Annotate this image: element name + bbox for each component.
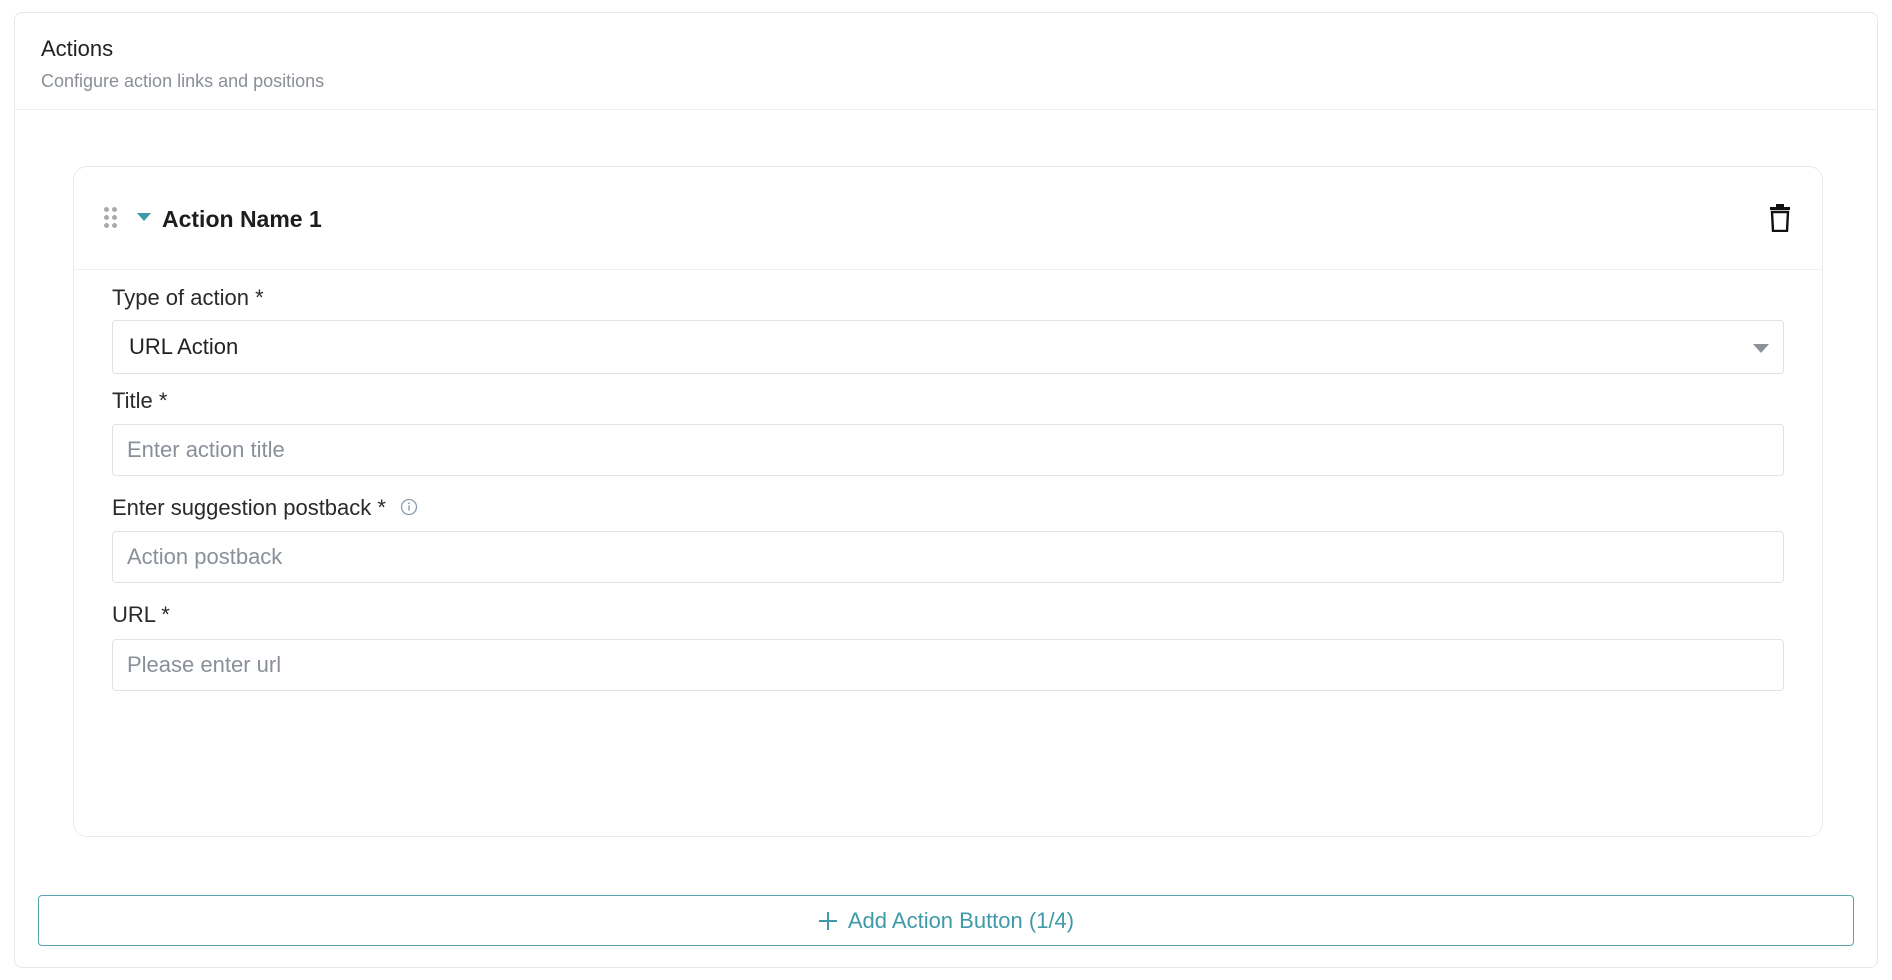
postback-label-text: Enter suggestion postback * bbox=[112, 495, 386, 520]
type-of-action-select[interactable]: URL Action bbox=[112, 320, 1784, 374]
add-action-button[interactable]: Add Action Button (1/4) bbox=[38, 895, 1854, 946]
action-name: Action Name 1 bbox=[162, 206, 322, 232]
type-of-action-label: Type of action * bbox=[112, 285, 264, 310]
panel-subtitle: Configure action links and positions bbox=[41, 71, 325, 91]
panel-header: Actions Configure action links and posit… bbox=[15, 13, 1877, 110]
url-label: URL * bbox=[112, 602, 170, 627]
drag-handle-icon[interactable] bbox=[104, 207, 118, 229]
info-icon[interactable] bbox=[400, 498, 418, 516]
url-input[interactable] bbox=[112, 639, 1784, 691]
actions-panel: Actions Configure action links and posit… bbox=[14, 12, 1878, 968]
plus-icon bbox=[818, 911, 837, 930]
action-card-header[interactable]: Action Name 1 bbox=[74, 167, 1822, 270]
panel-title: Actions bbox=[41, 36, 114, 61]
add-action-button-label: Add Action Button (1/4) bbox=[847, 907, 1075, 933]
title-input[interactable] bbox=[112, 424, 1784, 476]
action-card: Action Name 1 Type of action * URL Actio… bbox=[73, 166, 1823, 837]
postback-label: Enter suggestion postback * bbox=[112, 494, 418, 522]
postback-input[interactable] bbox=[112, 531, 1784, 583]
type-of-action-value: URL Action bbox=[129, 334, 239, 359]
trash-icon[interactable] bbox=[1768, 204, 1792, 233]
chevron-down-icon bbox=[1753, 344, 1769, 353]
title-label: Title * bbox=[112, 388, 168, 413]
caret-down-icon[interactable] bbox=[137, 213, 151, 221]
